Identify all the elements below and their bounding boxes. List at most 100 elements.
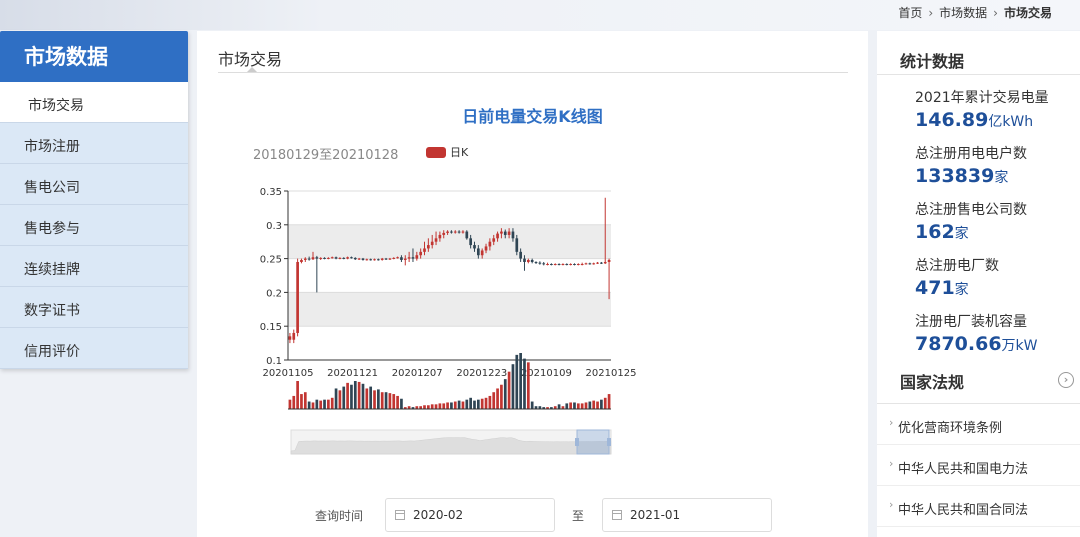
candle-body <box>450 231 453 233</box>
stat-label: 注册电厂装机容量 <box>915 314 1027 330</box>
candle-body <box>550 264 553 266</box>
candle-body <box>515 238 519 252</box>
y-tick-label: 0.3 <box>266 221 282 232</box>
candle-body <box>569 264 572 266</box>
volume-bar <box>600 399 603 409</box>
stat-label: 总注册用电电户数 <box>915 146 1027 162</box>
stat-label: 2021年累计交易电量 <box>915 90 1049 106</box>
zoom-handle-left <box>575 438 579 446</box>
candle-body <box>476 248 480 256</box>
volume-bar <box>377 389 380 409</box>
candle-body <box>492 238 496 242</box>
candle-body <box>388 258 392 260</box>
right-panel: 统计数据 2021年累计交易电量 146.89亿kWh 总注册用电电户数 133… <box>877 31 1080 537</box>
calendar-icon <box>612 510 623 520</box>
volume-bar <box>526 362 530 409</box>
candle-body <box>342 257 346 259</box>
candle-body <box>365 259 369 261</box>
sidebar-item-market-trading[interactable]: 市场交易 <box>0 82 188 123</box>
candle-body <box>511 231 515 239</box>
volume-bar <box>507 371 511 409</box>
candle-body <box>523 258 526 262</box>
candle-body <box>427 245 430 249</box>
volume-bar <box>327 399 330 409</box>
candle-body <box>311 257 315 260</box>
volume-bar <box>430 404 434 409</box>
chevron-right-icon: › <box>993 5 998 20</box>
chart-grid-band <box>288 224 611 259</box>
candle-body <box>573 264 576 266</box>
volume-bar <box>465 399 469 409</box>
volume-bar <box>384 392 388 409</box>
volume-bar <box>369 386 373 409</box>
sidebar-item-market-registration[interactable]: 市场注册 <box>0 123 188 164</box>
volume-bar <box>496 388 499 409</box>
candle-body <box>403 258 407 260</box>
volume-bar <box>557 404 561 409</box>
law-item[interactable]: 优化营商环境条例 <box>877 404 1080 445</box>
end-date-input[interactable]: 2021-01 <box>602 498 773 532</box>
candle-body <box>392 257 396 259</box>
volume-bar <box>469 397 472 409</box>
candle-body <box>542 263 546 265</box>
sidebar: 市场数据 市场交易 市场注册 售电公司 售电参与 连续挂牌 数字证书 信用评价 <box>0 31 188 369</box>
to-label: 至 <box>572 508 585 523</box>
volume-bar <box>400 398 403 409</box>
sidebar-item-retail-companies[interactable]: 售电公司 <box>0 164 188 205</box>
candle-body <box>307 258 311 260</box>
sidebar-item-digital-certificate[interactable]: 数字证书 <box>0 287 188 328</box>
candle-body <box>350 257 353 259</box>
volume-bar <box>334 388 338 409</box>
candle-body <box>592 263 596 265</box>
candle-body <box>484 246 488 251</box>
volume-bar <box>303 392 307 409</box>
candle-body <box>315 257 319 259</box>
volume-bar <box>392 394 396 409</box>
candle-body <box>373 259 376 261</box>
volume-bar <box>361 383 365 409</box>
candle-body <box>500 231 503 234</box>
start-date-input[interactable]: 2020-02 <box>385 498 556 532</box>
volume-bar <box>523 358 526 409</box>
candle-body <box>557 264 561 266</box>
candle-body <box>446 231 449 233</box>
zoom-slider-window <box>576 429 610 455</box>
law-item[interactable]: 中华人民共和国电力法 <box>877 445 1080 486</box>
candle-body <box>473 245 476 249</box>
candle-body <box>565 264 569 266</box>
sidebar-title: 市场数据 <box>0 31 188 82</box>
laws-title-text: 国家法规 <box>900 373 965 392</box>
candle-body <box>396 257 399 259</box>
stat-item: 注册电厂装机容量 7870.66万kW <box>877 311 1080 355</box>
sidebar-item-credit-rating[interactable]: 信用评价 <box>0 328 188 369</box>
end-date-value: 2021-01 <box>630 508 681 522</box>
candle-body <box>580 264 584 266</box>
volume-bar <box>300 394 303 409</box>
sidebar-item-continuous-listing[interactable]: 连续挂牌 <box>0 246 188 287</box>
breadcrumb-market-data[interactable]: 市场数据 <box>939 4 987 21</box>
volume-bar <box>427 405 430 409</box>
stats-title: 统计数据 <box>877 31 1080 75</box>
breadcrumb-home[interactable]: 首页 <box>898 4 922 21</box>
breadcrumb: 首页 › 市场数据 › 市场交易 <box>898 4 1052 21</box>
start-date-value: 2020-02 <box>413 508 464 522</box>
candle-body <box>400 257 403 260</box>
y-tick-label: 0.15 <box>260 322 282 333</box>
more-arrow-icon[interactable]: › <box>1058 372 1074 388</box>
x-tick-label: 20201105 <box>263 368 314 379</box>
volume-bar <box>476 399 480 409</box>
volume-bar <box>450 402 453 409</box>
candle-body <box>576 264 580 266</box>
candle-body <box>607 259 611 262</box>
kline-chart[interactable]: 0.1 0.15 0.2 0.25 0.3 0.35 20201105 20201121 202… <box>197 31 868 471</box>
y-tick-label: 0.25 <box>260 255 282 266</box>
x-tick-label: 20201121 <box>327 368 378 379</box>
candle-body <box>411 257 415 259</box>
volume-bar <box>330 397 334 409</box>
sidebar-item-retail-participation[interactable]: 售电参与 <box>0 205 188 246</box>
stat-label: 总注册售电公司数 <box>915 202 1027 218</box>
volume-bar <box>353 381 357 409</box>
zoom-handle-right <box>607 438 611 446</box>
candle-body <box>503 231 507 235</box>
law-item[interactable]: 中华人民共和国合同法 <box>877 486 1080 527</box>
